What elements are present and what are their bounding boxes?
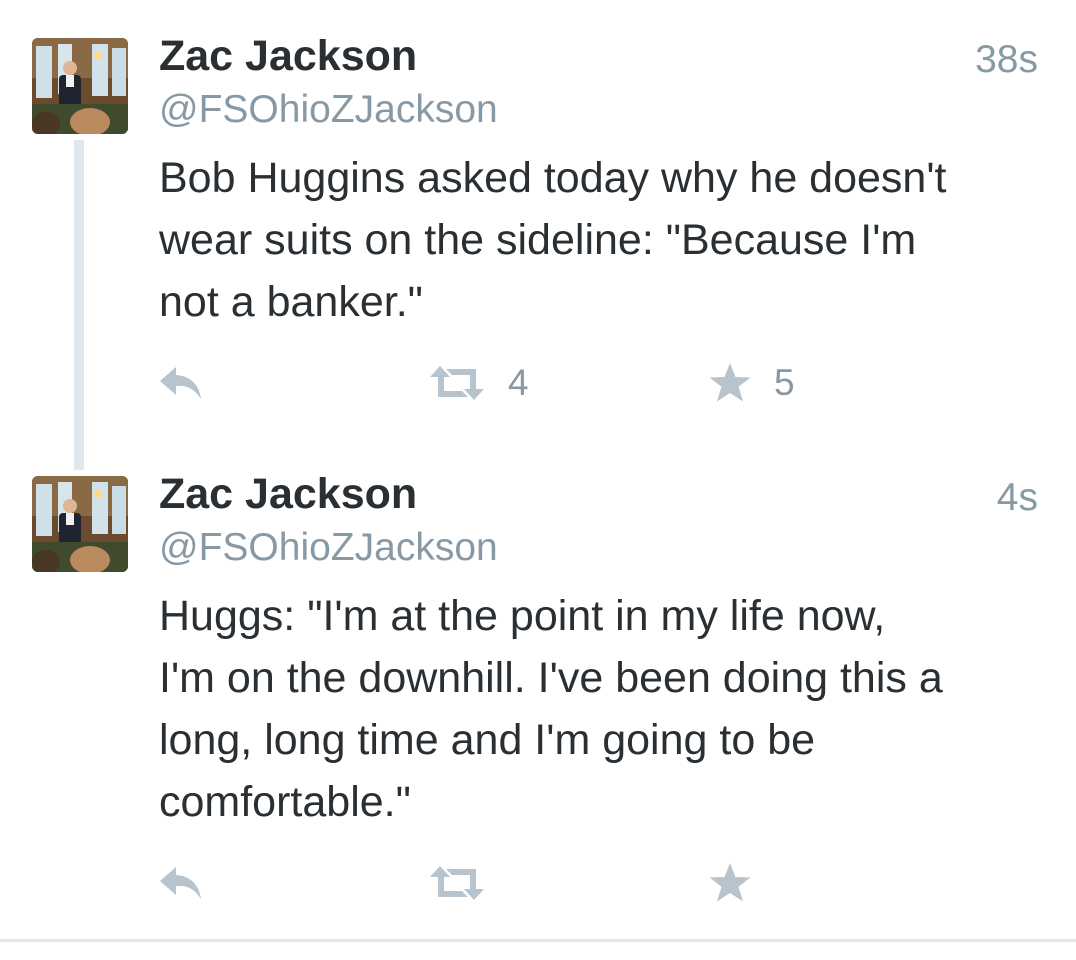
tweet-actions: 4 5 — [0, 358, 1076, 408]
tweet[interactable]: Zac Jackson @FSOhioZJackson 4s Huggs: "I… — [0, 438, 1076, 938]
avatar[interactable] — [32, 476, 128, 572]
profile-photo-icon — [32, 38, 128, 134]
star-icon — [709, 363, 751, 402]
tweet-text: Bob Huggins asked today why he doesn't w… — [159, 154, 947, 326]
retweet-icon — [430, 366, 484, 400]
timestamp[interactable]: 38s — [975, 38, 1038, 82]
divider — [0, 939, 1076, 942]
reply-button[interactable] — [158, 358, 204, 408]
retweet-button[interactable]: 4 — [428, 358, 529, 408]
favorite-count: 5 — [774, 362, 795, 403]
tweet[interactable]: Zac Jackson @FSOhioZJackson 38s Bob Hugg… — [0, 0, 1076, 440]
author-handle[interactable]: @FSOhioZJackson — [159, 526, 498, 570]
profile-photo-icon — [32, 476, 128, 572]
author-handle[interactable]: @FSOhioZJackson — [159, 88, 498, 132]
favorite-button[interactable]: 5 — [708, 358, 795, 408]
star-icon — [709, 863, 751, 902]
tweet-text: Huggs: "I'm at the point in my life now,… — [159, 592, 943, 826]
retweet-button[interactable] — [428, 858, 508, 908]
reply-icon — [160, 367, 201, 399]
avatar[interactable] — [32, 38, 128, 134]
timestamp[interactable]: 4s — [997, 476, 1038, 520]
retweet-icon — [430, 866, 484, 900]
retweet-count: 4 — [508, 362, 529, 403]
tweet-actions — [0, 858, 1076, 908]
reply-button[interactable] — [158, 858, 204, 908]
author-name[interactable]: Zac Jackson — [159, 32, 417, 81]
author-name[interactable]: Zac Jackson — [159, 470, 417, 519]
reply-icon — [160, 867, 201, 899]
favorite-button[interactable] — [708, 858, 774, 908]
